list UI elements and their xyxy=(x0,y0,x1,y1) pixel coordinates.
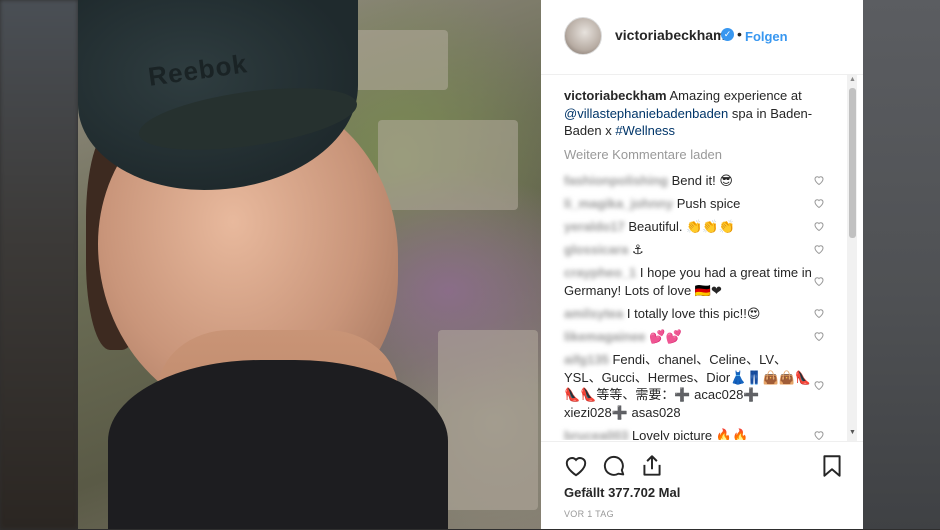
comment-text: ⚓ xyxy=(631,242,644,257)
rock-shape xyxy=(378,120,518,210)
comment-item: fashionpolishing Bend it! 😎 xyxy=(564,172,814,190)
separator-dot: • xyxy=(737,26,742,42)
tank-top xyxy=(108,360,448,529)
comment-username[interactable]: brucea003 xyxy=(564,427,628,440)
comment-text: Bend it! 😎 xyxy=(671,173,733,188)
comment-text: Beautiful. 👏👏👏 xyxy=(628,219,735,234)
post-photo[interactable]: Reebok xyxy=(78,0,541,529)
post-side-panel: victoriabeckham ✓ • Folgen victoriabeckh… xyxy=(541,0,863,529)
post-caption: victoriabeckham Amazing experience at @v… xyxy=(564,87,826,140)
comment-heart-icon[interactable] xyxy=(813,174,825,186)
comment-username[interactable]: aifg135 xyxy=(564,351,609,369)
background-left-blur xyxy=(0,0,78,529)
comment-heart-icon[interactable] xyxy=(813,379,825,391)
comment-username[interactable]: glossicara xyxy=(564,241,628,259)
comment-item: amilsytea I totally love this pic!!😍 xyxy=(564,305,814,323)
scrollbar-thumb[interactable] xyxy=(849,88,856,238)
comment-item: li_magika_johnny Push spice xyxy=(564,195,814,213)
caption-username[interactable]: victoriabeckham xyxy=(564,88,667,103)
comment-heart-icon[interactable] xyxy=(813,307,825,319)
post-timestamp: VOR 1 TAG xyxy=(564,509,614,519)
comment-text: Lovely picture 🔥🔥 xyxy=(631,428,749,440)
header-username[interactable]: victoriabeckham xyxy=(615,27,726,43)
bookmark-icon[interactable] xyxy=(819,453,845,479)
caption-hashtag-link[interactable]: #Wellness xyxy=(615,123,675,138)
comment-heart-icon[interactable] xyxy=(813,275,825,287)
comment-username[interactable]: yeraldo17 xyxy=(564,218,625,236)
comment-item: brucea003 Lovely picture 🔥🔥 xyxy=(564,427,814,440)
caption-mention-link[interactable]: @villastephaniebadenbaden xyxy=(564,106,728,121)
speech-bubble-icon[interactable] xyxy=(601,453,627,479)
caption-text-1: Amazing experience at xyxy=(666,88,802,103)
scroll-down-arrow-icon[interactable]: ▼ xyxy=(849,429,856,436)
post-header: victoriabeckham ✓ • Folgen xyxy=(541,0,863,75)
comment-username[interactable]: amilsytea xyxy=(564,305,623,323)
comment-username[interactable]: fashionpolishing xyxy=(564,172,668,190)
scroll-up-arrow-icon[interactable]: ▲ xyxy=(849,76,856,83)
avatar[interactable] xyxy=(564,17,602,55)
comment-username[interactable]: li_magika_johnny xyxy=(564,195,673,213)
comment-username[interactable]: likemagainee xyxy=(564,328,646,346)
comment-item: yeraldo17 Beautiful. 👏👏👏 xyxy=(564,218,814,236)
load-more-comments-button[interactable]: Weitere Kommentare laden xyxy=(564,147,722,162)
comment-item: glossicara ⚓ xyxy=(564,241,814,259)
comment-heart-icon[interactable] xyxy=(813,220,825,232)
comment-text: 💕💕 xyxy=(649,329,682,344)
comment-heart-icon[interactable] xyxy=(813,243,825,255)
comments-section[interactable]: victoriabeckham Amazing experience at @v… xyxy=(541,75,863,440)
comment-item: likemagainee 💕💕 xyxy=(564,328,814,346)
comment-heart-icon[interactable] xyxy=(813,330,825,342)
share-icon[interactable] xyxy=(639,453,665,479)
post-actions: Gefällt 377.702 Mal VOR 1 TAG xyxy=(541,441,863,530)
comment-username[interactable]: craypheo_1 xyxy=(564,264,636,282)
comment-item: craypheo_1 I hope you had a great time i… xyxy=(564,264,814,299)
comment-text: I totally love this pic!!😍 xyxy=(626,306,761,321)
follow-button[interactable]: Folgen xyxy=(745,29,788,44)
comment-heart-icon[interactable] xyxy=(813,429,825,440)
verified-badge-icon: ✓ xyxy=(721,28,734,41)
comment-text: Push spice xyxy=(676,196,741,211)
comment-item: aifg135 Fendi、chanel、Celine、LV、YSL、Gucci… xyxy=(564,351,814,421)
background-right-blur xyxy=(862,0,940,529)
heart-icon[interactable] xyxy=(563,453,589,479)
rock-shape xyxy=(438,330,538,510)
comment-heart-icon[interactable] xyxy=(813,197,825,209)
likes-count[interactable]: Gefällt 377.702 Mal xyxy=(564,485,680,500)
